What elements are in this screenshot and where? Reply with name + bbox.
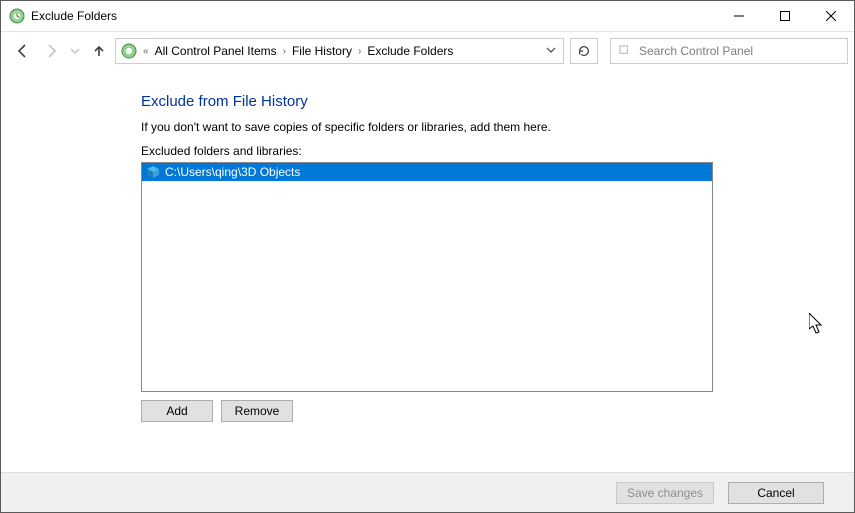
remove-button[interactable]: Remove [221,400,293,422]
up-button[interactable] [87,39,111,63]
breadcrumb-segment[interactable]: Exclude Folders [364,44,456,58]
excluded-listbox[interactable]: C:\Users\qing\3D Objects [141,162,713,392]
maximize-button[interactable] [762,1,808,32]
back-button[interactable] [11,39,35,63]
footer-bar: Save changes Cancel [1,472,854,512]
search-input[interactable]: Search Control Panel [610,38,848,64]
cancel-button[interactable]: Cancel [728,482,824,504]
refresh-button[interactable] [570,38,598,64]
control-panel-icon [120,42,138,60]
list-label: Excluded folders and libraries: [141,144,854,158]
address-bar[interactable]: « All Control Panel Items › File History… [115,38,564,64]
save-changes-button[interactable]: Save changes [616,482,714,504]
folder-3d-icon [145,164,161,180]
search-icon [617,45,633,58]
page-heading: Exclude from File History [141,93,854,110]
recent-locations-dropdown[interactable] [67,39,83,63]
list-item-path: C:\Users\qing\3D Objects [165,165,300,179]
forward-button[interactable] [39,39,63,63]
breadcrumb-segment[interactable]: File History [289,44,355,58]
close-button[interactable] [808,1,854,32]
add-button[interactable]: Add [141,400,213,422]
app-icon [9,8,25,24]
breadcrumb-segment[interactable]: All Control Panel Items [152,44,280,58]
navigation-bar: « All Control Panel Items › File History… [1,32,854,70]
content-area: Exclude from File History If you don't w… [1,71,854,472]
chevron-right-icon[interactable]: › [280,46,289,57]
search-placeholder: Search Control Panel [639,44,753,58]
breadcrumb-prefix-icon[interactable]: « [140,46,152,57]
page-description: If you don't want to save copies of spec… [141,120,854,134]
chevron-right-icon[interactable]: › [355,46,364,57]
list-item[interactable]: C:\Users\qing\3D Objects [142,163,712,181]
address-history-dropdown[interactable] [541,44,561,58]
minimize-button[interactable] [716,1,762,32]
titlebar: Exclude Folders [1,1,854,32]
window-title: Exclude Folders [31,9,117,23]
